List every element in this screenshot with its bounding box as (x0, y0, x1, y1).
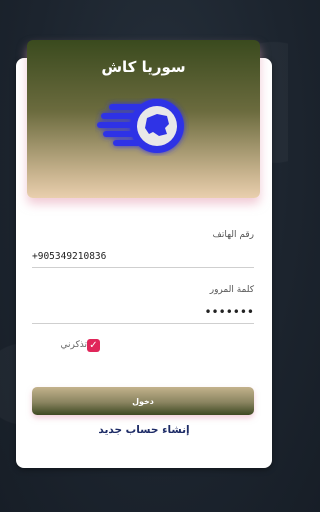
phone-value: +905349210836 (32, 251, 107, 262)
login-button[interactable]: دخول (32, 387, 254, 415)
speeding-map-logo-icon (97, 99, 184, 153)
check-icon: ✓ (89, 340, 98, 351)
app-title: سوريا كاش (101, 58, 186, 76)
phone-input[interactable]: +905349210836 (32, 249, 254, 268)
create-account-link[interactable]: إنشاء حساب جديد (0, 424, 288, 436)
password-label: كلمة المرور (209, 285, 254, 295)
remember-checkbox[interactable]: ✓ (87, 339, 100, 352)
header-banner: سوريا كاش (27, 40, 260, 198)
remember-label: تذكرني (60, 340, 88, 350)
password-input[interactable]: ••••••• (32, 305, 254, 324)
phone-label: رقم الهاتف (212, 230, 254, 240)
password-value: ••••••• (204, 305, 254, 319)
